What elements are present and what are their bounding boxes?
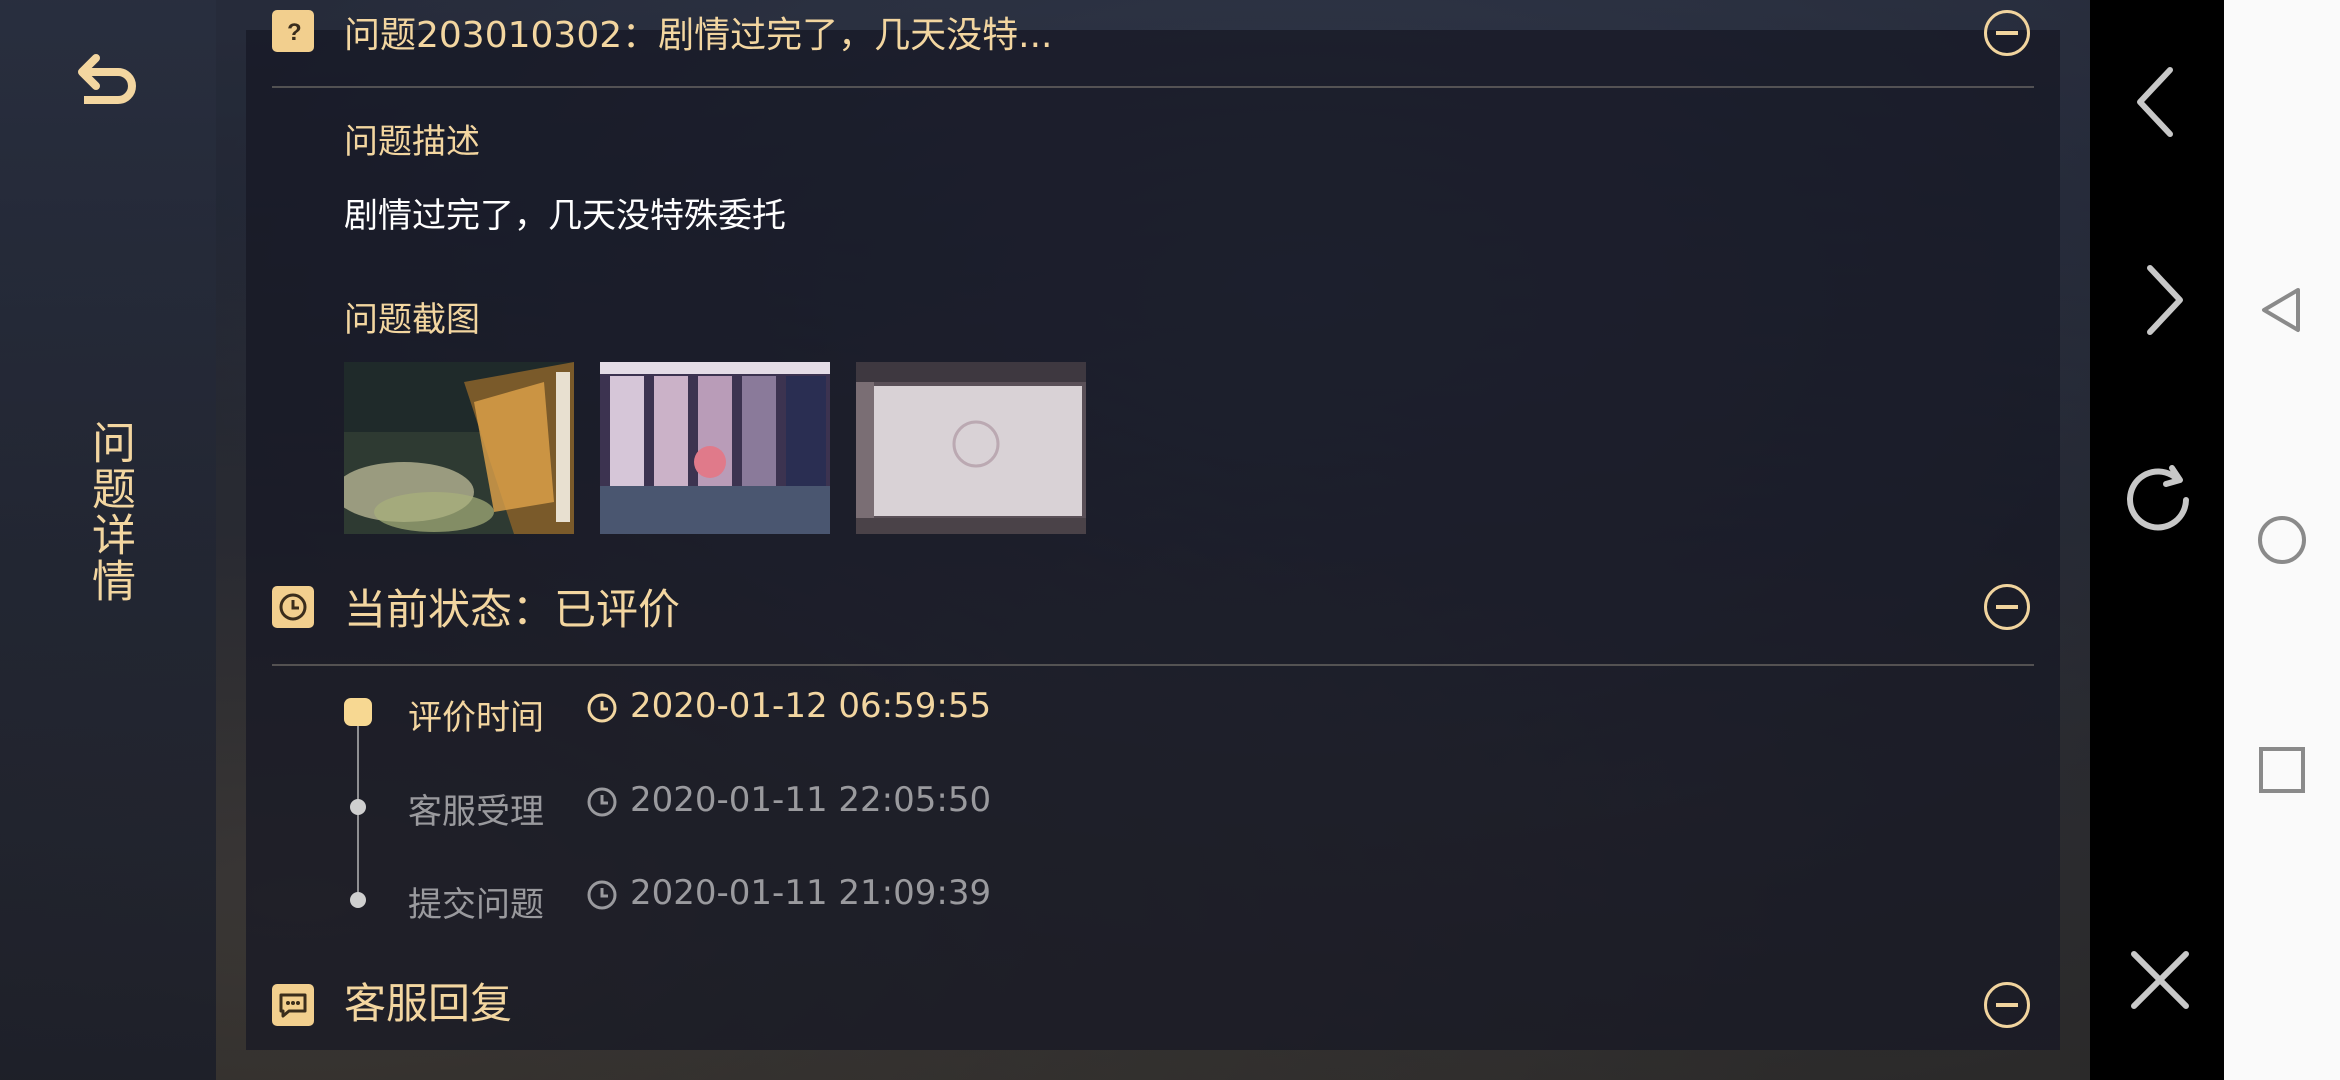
chat-bubble-icon	[272, 984, 314, 1026]
timeline-time: 2020-01-11 22:05:50	[630, 780, 992, 820]
close-button[interactable]	[2120, 940, 2200, 1020]
collapse-reply-button[interactable]	[1984, 982, 2030, 1028]
system-home-button[interactable]	[2256, 514, 2308, 566]
divider	[272, 664, 2034, 666]
screenshot-label: 问题截图	[344, 300, 480, 340]
svg-text:?: ?	[287, 19, 302, 45]
screenshot-thumbnail-2[interactable]	[600, 362, 830, 534]
status-title: 当前状态：已评价	[344, 585, 681, 634]
collapse-question-button[interactable]	[1984, 10, 2030, 56]
nav-forward-button[interactable]	[2120, 260, 2200, 340]
reply-title: 客服回复	[344, 979, 513, 1028]
description-text: 剧情过完了，几天没特殊委托	[344, 196, 786, 236]
chevron-right-icon	[2147, 265, 2183, 335]
clock-icon	[272, 586, 314, 628]
timeline-time: 2020-01-11 21:09:39	[630, 873, 992, 913]
clock-icon	[587, 880, 617, 910]
square-recents-icon	[2259, 747, 2305, 793]
screenshot-thumbnail-1[interactable]	[344, 362, 574, 534]
timeline-label: 评价时间	[408, 698, 544, 738]
timeline-label: 提交问题	[408, 885, 544, 925]
collapse-status-button[interactable]	[1984, 584, 2030, 630]
back-button[interactable]	[74, 52, 142, 116]
refresh-button[interactable]	[2120, 462, 2200, 542]
question-title[interactable]: 问题203010302：剧情过完了，几天没特...	[344, 6, 1052, 58]
timeline-dot	[350, 892, 366, 908]
system-back-button[interactable]	[2256, 284, 2308, 336]
circle-home-icon	[2258, 516, 2306, 564]
triangle-back-icon	[2262, 288, 2300, 332]
refresh-icon	[2127, 465, 2189, 531]
timeline-dot	[350, 799, 366, 815]
timeline-dot-active	[344, 698, 372, 726]
question-mark-icon: ?	[272, 10, 314, 52]
system-recents-button[interactable]	[2256, 744, 2308, 796]
description-label: 问题描述	[344, 122, 480, 162]
timeline-label: 客服受理	[408, 792, 544, 832]
back-arrow-icon	[78, 54, 136, 104]
timeline-time: 2020-01-12 06:59:55	[630, 686, 992, 726]
close-icon	[2131, 951, 2189, 1009]
divider	[272, 86, 2034, 88]
chevron-left-icon	[2137, 67, 2173, 137]
nav-back-button[interactable]	[2120, 62, 2200, 142]
screenshot-thumbnail-3[interactable]	[856, 362, 1086, 534]
page-title: 问题详情	[84, 420, 135, 604]
clock-icon	[587, 787, 617, 817]
clock-icon	[587, 693, 617, 723]
